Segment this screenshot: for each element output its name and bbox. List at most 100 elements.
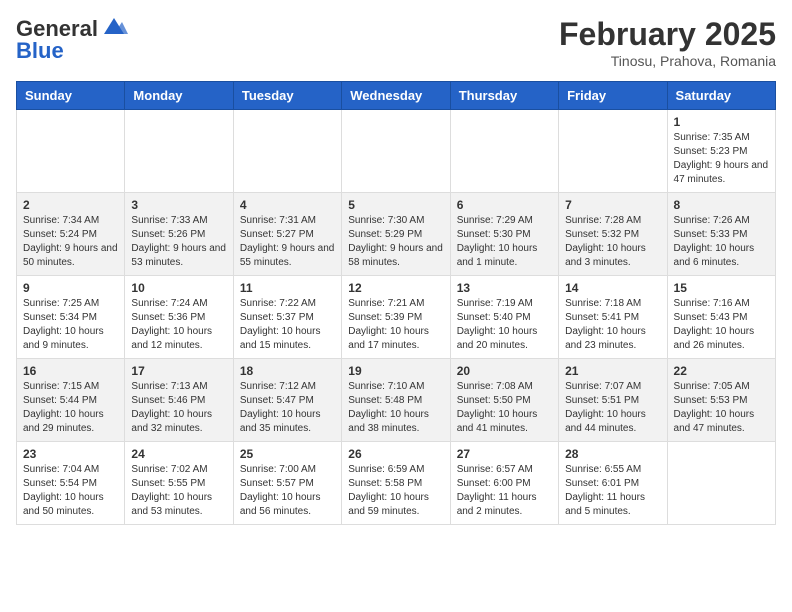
calendar-cell: 25 Sunrise: 7:00 AM Sunset: 5:57 PM Dayli…: [233, 442, 341, 525]
calendar-cell: [342, 110, 450, 193]
day-number: 23: [23, 447, 118, 461]
day-number: 16: [23, 364, 118, 378]
day-number: 8: [674, 198, 769, 212]
weekday-header-thursday: Thursday: [450, 82, 558, 110]
day-number: 10: [131, 281, 226, 295]
day-info: Sunrise: 6:59 AM Sunset: 5:58 PM Dayligh…: [348, 463, 443, 519]
day-info: Sunrise: 7:34 AM Sunset: 5:24 PM Dayligh…: [23, 214, 118, 270]
day-number: 21: [565, 364, 660, 378]
week-row-1: 1 Sunrise: 7:35 AM Sunset: 5:23 PM Daylig…: [17, 110, 776, 193]
day-number: 13: [457, 281, 552, 295]
week-row-3: 9 Sunrise: 7:25 AM Sunset: 5:34 PM Daylig…: [17, 276, 776, 359]
weekday-header-sunday: Sunday: [17, 82, 125, 110]
day-info: Sunrise: 7:10 AM Sunset: 5:48 PM Dayligh…: [348, 380, 443, 436]
day-info: Sunrise: 7:08 AM Sunset: 5:50 PM Dayligh…: [457, 380, 552, 436]
week-row-2: 2Sunrise: 7:34 AM Sunset: 5:24 PM Daylig…: [17, 193, 776, 276]
calendar-cell: [125, 110, 233, 193]
day-info: Sunrise: 6:55 AM Sunset: 6:01 PM Dayligh…: [565, 463, 660, 519]
day-number: 20: [457, 364, 552, 378]
calendar-cell: 12 Sunrise: 7:21 AM Sunset: 5:39 PM Dayli…: [342, 276, 450, 359]
day-info: Sunrise: 7:15 AM Sunset: 5:44 PM Dayligh…: [23, 380, 118, 436]
day-number: 19: [348, 364, 443, 378]
calendar-cell: 8 Sunrise: 7:26 AM Sunset: 5:33 PM Daylig…: [667, 193, 775, 276]
day-number: 25: [240, 447, 335, 461]
day-info: Sunrise: 7:04 AM Sunset: 5:54 PM Dayligh…: [23, 463, 118, 519]
day-number: 14: [565, 281, 660, 295]
day-info: Sunrise: 7:28 AM Sunset: 5:32 PM Dayligh…: [565, 214, 660, 270]
day-info: Sunrise: 7:26 AM Sunset: 5:33 PM Dayligh…: [674, 214, 769, 270]
calendar-cell: 13 Sunrise: 7:19 AM Sunset: 5:40 PM Dayli…: [450, 276, 558, 359]
day-info: Sunrise: 7:29 AM Sunset: 5:30 PM Dayligh…: [457, 214, 552, 270]
calendar-cell: [667, 442, 775, 525]
day-number: 1: [674, 115, 769, 129]
day-info: Sunrise: 7:24 AM Sunset: 5:36 PM Dayligh…: [131, 297, 226, 353]
logo-blue-text: Blue: [16, 38, 64, 64]
calendar-cell: 11 Sunrise: 7:22 AM Sunset: 5:37 PM Dayli…: [233, 276, 341, 359]
calendar-cell: 28 Sunrise: 6:55 AM Sunset: 6:01 PM Dayli…: [559, 442, 667, 525]
weekday-header-monday: Monday: [125, 82, 233, 110]
calendar-cell: 9 Sunrise: 7:25 AM Sunset: 5:34 PM Daylig…: [17, 276, 125, 359]
weekday-header-tuesday: Tuesday: [233, 82, 341, 110]
weekday-header-friday: Friday: [559, 82, 667, 110]
day-number: 9: [23, 281, 118, 295]
calendar-cell: 1 Sunrise: 7:35 AM Sunset: 5:23 PM Daylig…: [667, 110, 775, 193]
calendar-cell: 2Sunrise: 7:34 AM Sunset: 5:24 PM Daylig…: [17, 193, 125, 276]
calendar-cell: [17, 110, 125, 193]
day-info: Sunrise: 7:02 AM Sunset: 5:55 PM Dayligh…: [131, 463, 226, 519]
calendar-cell: 7 Sunrise: 7:28 AM Sunset: 5:32 PM Daylig…: [559, 193, 667, 276]
weekday-header-row: SundayMondayTuesdayWednesdayThursdayFrid…: [17, 82, 776, 110]
calendar-cell: 22 Sunrise: 7:05 AM Sunset: 5:53 PM Dayli…: [667, 359, 775, 442]
calendar-cell: 24 Sunrise: 7:02 AM Sunset: 5:55 PM Dayli…: [125, 442, 233, 525]
logo-icon: [100, 16, 128, 36]
calendar-cell: 3 Sunrise: 7:33 AM Sunset: 5:26 PM Daylig…: [125, 193, 233, 276]
location-subtitle: Tinosu, Prahova, Romania: [559, 53, 776, 69]
day-info: Sunrise: 7:00 AM Sunset: 5:57 PM Dayligh…: [240, 463, 335, 519]
day-number: 11: [240, 281, 335, 295]
day-number: 15: [674, 281, 769, 295]
month-year-title: February 2025: [559, 16, 776, 53]
calendar-cell: 17 Sunrise: 7:13 AM Sunset: 5:46 PM Dayli…: [125, 359, 233, 442]
day-info: Sunrise: 7:19 AM Sunset: 5:40 PM Dayligh…: [457, 297, 552, 353]
day-number: 12: [348, 281, 443, 295]
day-number: 22: [674, 364, 769, 378]
day-info: Sunrise: 7:05 AM Sunset: 5:53 PM Dayligh…: [674, 380, 769, 436]
calendar-cell: 15 Sunrise: 7:16 AM Sunset: 5:43 PM Dayli…: [667, 276, 775, 359]
day-number: 18: [240, 364, 335, 378]
logo: General Blue: [16, 16, 128, 64]
day-number: 27: [457, 447, 552, 461]
title-section: February 2025 Tinosu, Prahova, Romania: [559, 16, 776, 69]
day-number: 28: [565, 447, 660, 461]
day-number: 7: [565, 198, 660, 212]
day-info: Sunrise: 7:16 AM Sunset: 5:43 PM Dayligh…: [674, 297, 769, 353]
day-number: 3: [131, 198, 226, 212]
week-row-5: 23 Sunrise: 7:04 AM Sunset: 5:54 PM Dayli…: [17, 442, 776, 525]
day-info: Sunrise: 7:25 AM Sunset: 5:34 PM Dayligh…: [23, 297, 118, 353]
day-info: Sunrise: 7:07 AM Sunset: 5:51 PM Dayligh…: [565, 380, 660, 436]
day-number: 24: [131, 447, 226, 461]
calendar-cell: 23 Sunrise: 7:04 AM Sunset: 5:54 PM Dayli…: [17, 442, 125, 525]
day-number: 17: [131, 364, 226, 378]
calendar-table: SundayMondayTuesdayWednesdayThursdayFrid…: [16, 81, 776, 525]
day-info: Sunrise: 7:35 AM Sunset: 5:23 PM Dayligh…: [674, 131, 769, 187]
day-info: Sunrise: 6:57 AM Sunset: 6:00 PM Dayligh…: [457, 463, 552, 519]
day-info: Sunrise: 7:12 AM Sunset: 5:47 PM Dayligh…: [240, 380, 335, 436]
calendar-cell: [233, 110, 341, 193]
day-info: Sunrise: 7:31 AM Sunset: 5:27 PM Dayligh…: [240, 214, 335, 270]
calendar-cell: 27 Sunrise: 6:57 AM Sunset: 6:00 PM Dayli…: [450, 442, 558, 525]
calendar-cell: 26Sunrise: 6:59 AM Sunset: 5:58 PM Dayli…: [342, 442, 450, 525]
calendar-cell: 19 Sunrise: 7:10 AM Sunset: 5:48 PM Dayli…: [342, 359, 450, 442]
calendar-cell: 16 Sunrise: 7:15 AM Sunset: 5:44 PM Dayli…: [17, 359, 125, 442]
weekday-header-wednesday: Wednesday: [342, 82, 450, 110]
calendar-cell: [450, 110, 558, 193]
day-info: Sunrise: 7:30 AM Sunset: 5:29 PM Dayligh…: [348, 214, 443, 270]
calendar-cell: [559, 110, 667, 193]
day-info: Sunrise: 7:33 AM Sunset: 5:26 PM Dayligh…: [131, 214, 226, 270]
day-info: Sunrise: 7:13 AM Sunset: 5:46 PM Dayligh…: [131, 380, 226, 436]
page-header: General Blue February 2025 Tinosu, Praho…: [16, 16, 776, 69]
day-number: 5: [348, 198, 443, 212]
day-info: Sunrise: 7:22 AM Sunset: 5:37 PM Dayligh…: [240, 297, 335, 353]
calendar-cell: 14Sunrise: 7:18 AM Sunset: 5:41 PM Dayli…: [559, 276, 667, 359]
calendar-cell: 6Sunrise: 7:29 AM Sunset: 5:30 PM Daylig…: [450, 193, 558, 276]
day-info: Sunrise: 7:21 AM Sunset: 5:39 PM Dayligh…: [348, 297, 443, 353]
weekday-header-saturday: Saturday: [667, 82, 775, 110]
